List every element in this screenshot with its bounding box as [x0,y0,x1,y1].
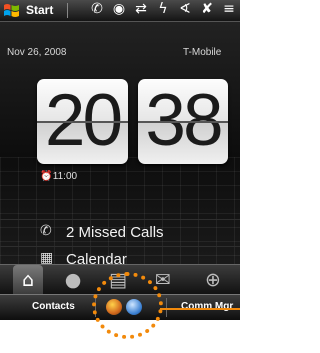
status-icons: ✆ ◉ ⇄ ϟ ∢ ✘ ≡ [86,1,240,17]
volume-icon[interactable]: ◉ [108,1,130,17]
call-forward-icon[interactable]: ✆ [86,1,108,17]
alarm-indicator[interactable]: ⏰ 11:00 [40,171,77,182]
clock-minute-card[interactable]: 38 [138,79,228,164]
people-tab[interactable]: ● [58,265,88,295]
title-bar: Start ✆ ◉ ⇄ ϟ ∢ ✘ ≡ [0,0,240,22]
windows-logo-icon[interactable] [3,2,20,19]
home-panel: Nov 26, 2008 T-Mobile 20 38 ⏰ 11:00 ✆ 2 … [0,22,240,277]
carrier-label: T-Mobile [183,47,222,58]
divider [0,246,240,247]
alarm-clock-icon: ⏰ [40,171,53,182]
start-menu-label[interactable]: Start [26,3,53,17]
contacts-softkey[interactable]: Contacts [32,301,75,312]
title-divider [67,3,68,18]
callout-line [160,308,240,310]
date-label: Nov 26, 2008 [7,47,67,58]
flip-split [37,121,128,123]
highlight-circle [92,272,163,339]
divider [0,219,240,220]
home-icon: ⌂ [21,269,35,291]
alarm-time: 11:00 [52,171,78,182]
missed-calls-item[interactable]: ✆ 2 Missed Calls [0,221,240,245]
person-icon: ● [64,269,82,291]
connection-icon[interactable]: ∢ [174,1,196,17]
comm-manager-softkey[interactable]: Comm Mgr [181,301,233,312]
sync-icon[interactable]: ⇄ [130,1,152,17]
missed-call-icon: ✆ [40,223,52,239]
missed-calls-label: 2 Missed Calls [66,224,164,241]
mute-icon[interactable]: ✘ [196,1,218,17]
flip-split [138,121,228,123]
home-tab[interactable]: ⌂ [13,265,43,295]
signal-icon[interactable]: ϟ [152,1,174,17]
clock-hour-card[interactable]: 20 [37,79,128,164]
menu-icon[interactable]: ≡ [218,1,240,17]
internet-tab[interactable]: ⊕ [198,265,228,295]
globe-icon: ⊕ [205,269,221,291]
